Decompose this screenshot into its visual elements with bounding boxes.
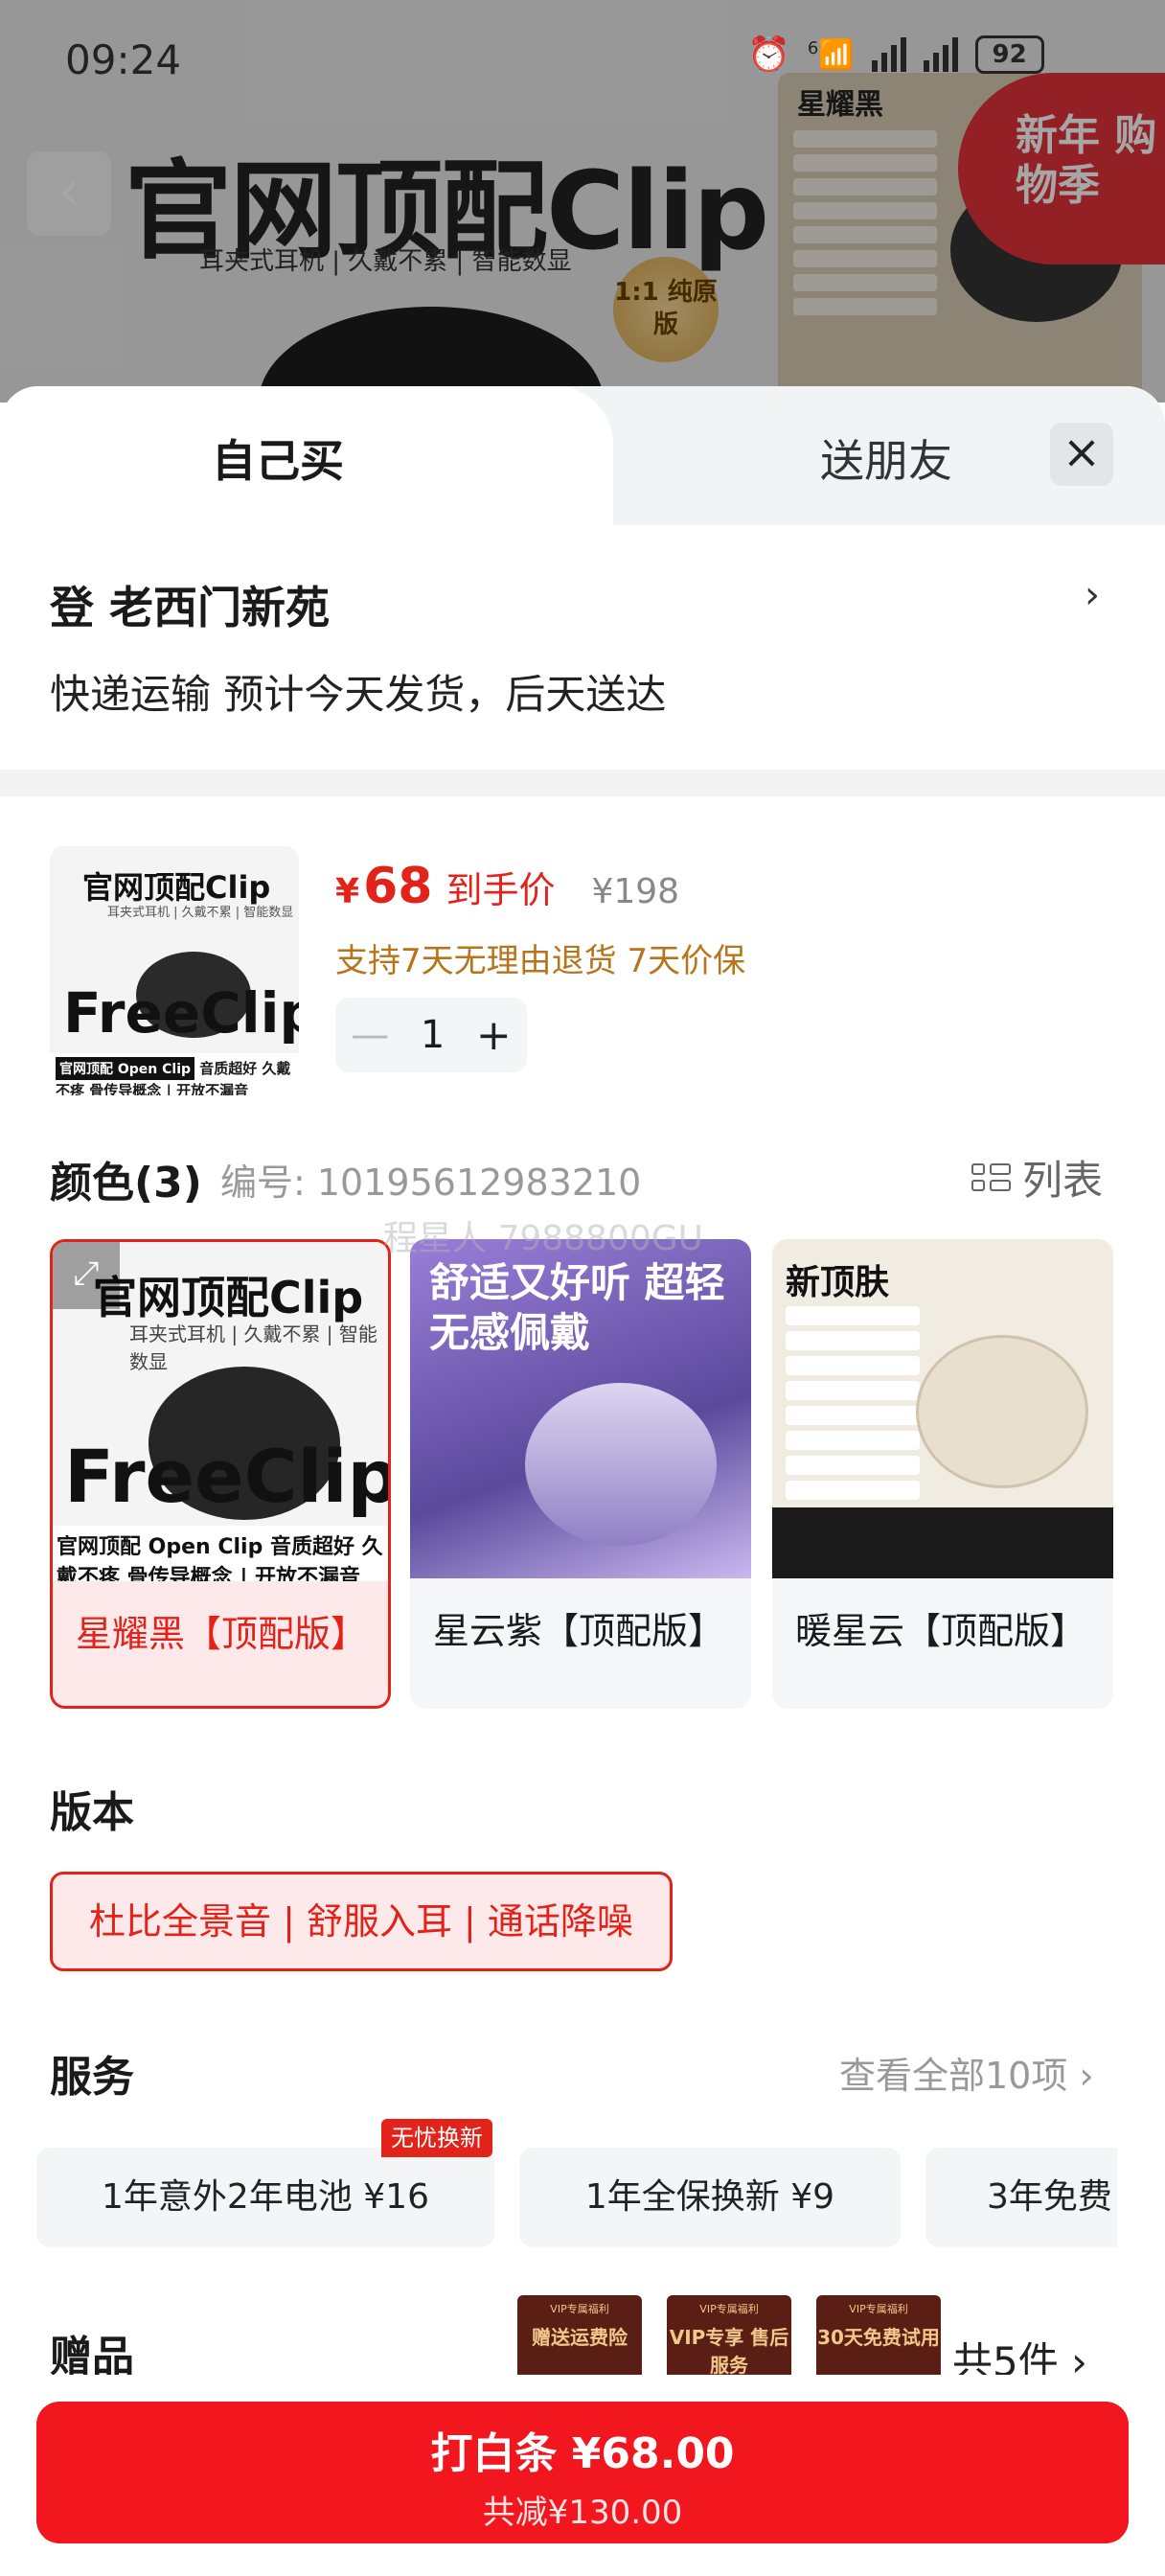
purchase-sheet: 自己买 送朋友 × 登 老西门新苑 › 快递运输 预计今天发货，后天送达 官网顶…: [0, 386, 1165, 2576]
price-value: 68: [363, 858, 433, 915]
service-badge: 无忧换新: [381, 2119, 492, 2157]
service-section-title: 服务: [50, 2053, 134, 2102]
gift-item[interactable]: VIP专属福利 30天免费试用: [816, 2295, 941, 2381]
return-guarantee: 支持7天无理由退货 7天价保: [335, 942, 746, 980]
gift-item[interactable]: VIP专属福利 赠送运费险: [517, 2295, 642, 2381]
pay-discount: 共减¥130.00: [482, 2494, 683, 2532]
alarm-icon: ⏰: [747, 35, 790, 75]
sku-number: 编号: 10195612983210: [220, 1162, 642, 1204]
gift-item[interactable]: VIP专属福利 VIP专享 售后服务: [667, 2295, 791, 2381]
wifi-icon: 6📶: [807, 37, 855, 72]
list-view-toggle[interactable]: 列表: [971, 1148, 1103, 1207]
pay-button-label: 打白条 ¥68.00: [430, 2429, 735, 2478]
color-option-purple[interactable]: 舒适又好听 超轻无感佩戴 星云紫【顶配版】: [410, 1239, 751, 1709]
color-option-label: 暖星云【顶配版】: [795, 1610, 1087, 1652]
original-price: ¥198: [591, 872, 680, 911]
tab-buy-self[interactable]: 自己买: [0, 426, 556, 490]
list-icon: [971, 1163, 1011, 1191]
status-bar: 09:24 ⏰ 6📶 92: [0, 0, 1165, 115]
plus-icon[interactable]: +: [476, 1011, 512, 1060]
color-option-black[interactable]: 官网顶配Clip 耳夹式耳机 | 久戴不累 | 智能数显 FreeClip 官网…: [50, 1239, 391, 1709]
tab-gift-friend[interactable]: 送朋友: [728, 426, 1044, 490]
color-option-image: 新顶肤: [772, 1239, 1113, 1578]
purchase-tabs: 自己买 送朋友 ×: [0, 386, 1165, 525]
status-icons: ⏰ 6📶 92: [747, 34, 1044, 75]
price-currency: ¥: [335, 872, 360, 911]
color-option-warm[interactable]: 新顶肤 暖星云【顶配版】: [772, 1239, 1113, 1709]
battery-icon: 92: [974, 35, 1044, 74]
signal-icon: [871, 37, 906, 72]
service-option[interactable]: 1年意外2年电池 ¥16: [36, 2148, 494, 2247]
color-option-label: 星云紫【顶配版】: [433, 1610, 725, 1652]
section-divider: [0, 770, 1165, 796]
signal-icon-2: [923, 37, 958, 72]
quantity-value[interactable]: 1: [421, 1013, 445, 1057]
color-option-image: 舒适又好听 超轻无感佩戴: [410, 1239, 751, 1578]
service-option[interactable]: 3年免费: [925, 2148, 1117, 2247]
quantity-stepper: — 1 +: [335, 998, 527, 1072]
product-thumbnail[interactable]: 官网顶配Clip 耳夹式耳机 | 久戴不累 | 智能数显 FreeClip 官网…: [50, 846, 299, 1095]
chevron-right-icon[interactable]: ›: [1085, 573, 1100, 617]
color-option-label: 星耀黑【顶配版】: [76, 1613, 368, 1655]
version-option[interactable]: 杜比全景音 | 舒服入耳 | 通话降噪: [50, 1872, 673, 1971]
status-time: 09:24: [65, 36, 182, 83]
watermark: 程星人 7988800GU: [383, 1219, 704, 1258]
color-section-title: 颜色(3): [50, 1159, 202, 1208]
version-section-title: 版本: [50, 1788, 134, 1837]
color-option-image: 官网顶配Clip 耳夹式耳机 | 久戴不累 | 智能数显 FreeClip 官网…: [53, 1242, 388, 1581]
service-option[interactable]: 1年全保换新 ¥9: [519, 2148, 901, 2247]
expand-icon[interactable]: ⤢: [53, 1242, 120, 1309]
delivery-estimate: 快递运输 预计今天发货，后天送达: [50, 671, 667, 718]
close-icon[interactable]: ×: [1050, 423, 1113, 486]
minus-icon[interactable]: —: [351, 1013, 389, 1057]
pay-button[interactable]: 打白条 ¥68.00 共减¥130.00: [36, 2402, 1129, 2543]
price-line: ¥ 68 到手价 ¥198: [335, 858, 679, 915]
delivery-address[interactable]: 登 老西门新苑: [50, 573, 330, 636]
price-label: 到手价: [445, 869, 556, 911]
view-all-services[interactable]: 查看全部10项 ›: [839, 2046, 1094, 2099]
